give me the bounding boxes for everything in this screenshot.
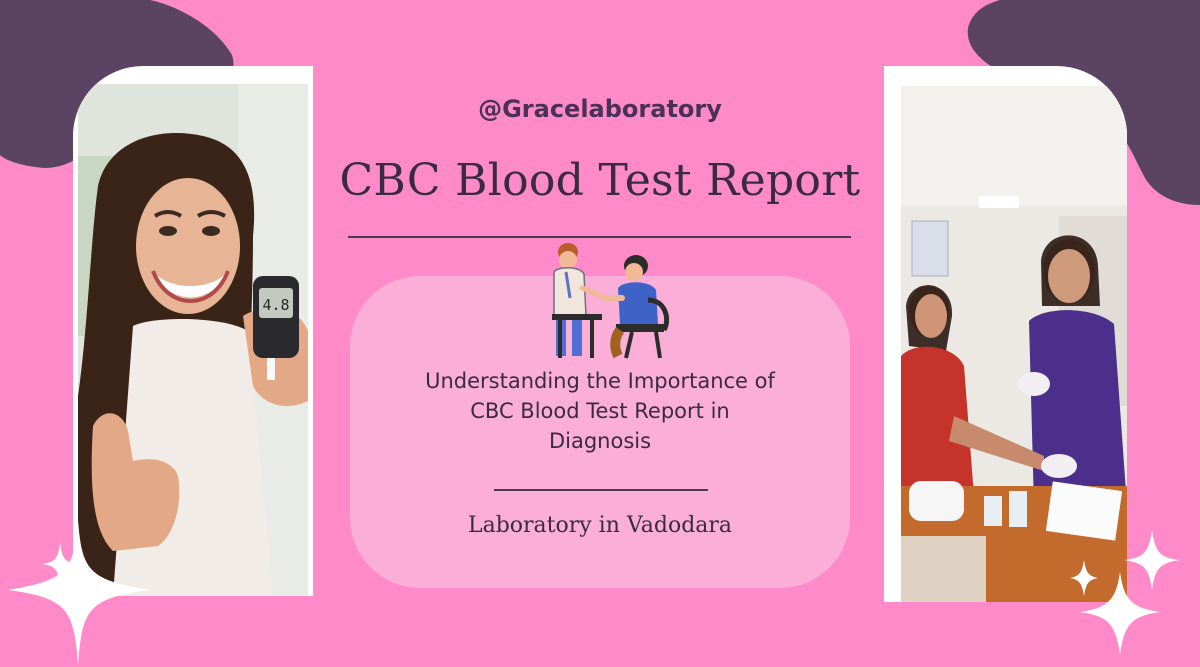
sparkle-icon	[1070, 530, 1180, 655]
meter-reading: 4.8	[262, 296, 289, 314]
nurse-patient-illustration	[552, 243, 670, 359]
subtitle-line-3: Diagnosis	[548, 429, 652, 453]
location-label: Laboratory in Vadodara	[467, 513, 733, 538]
social-handle: @Gracelaboratory	[478, 95, 722, 123]
subtitle-divider	[494, 489, 708, 491]
sparkle-icon	[8, 520, 150, 665]
subtitle-line-2: CBC Blood Test Report in	[470, 399, 730, 423]
article-subtitle: Understanding the Importance of CBC Bloo…	[380, 366, 820, 456]
subtitle-line-1: Understanding the Importance of	[425, 369, 775, 393]
page-title: CBC Blood Test Report	[339, 155, 861, 206]
promo-banner: 4.8 @Gracelaboratory CBC Blood Test Repo…	[0, 0, 1200, 667]
